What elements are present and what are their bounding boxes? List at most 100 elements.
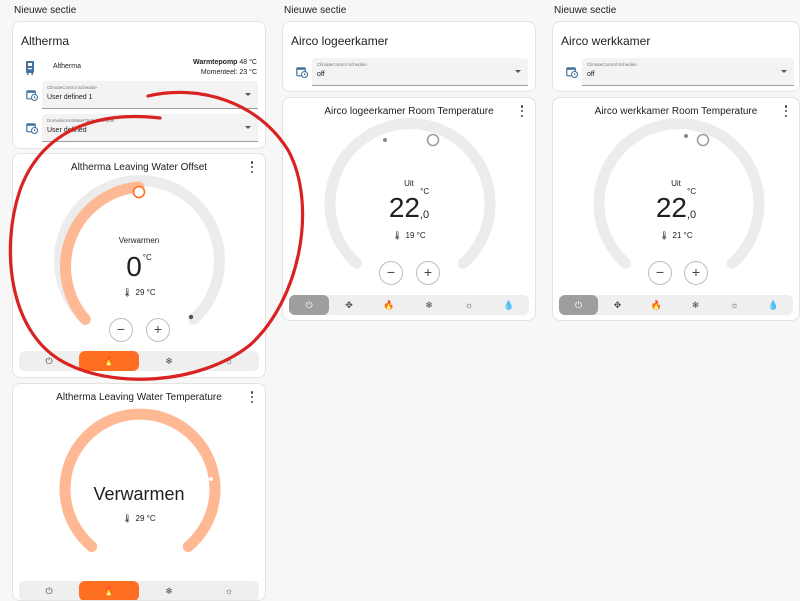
offset-gauge-handle xyxy=(132,185,146,199)
chevron-down-icon xyxy=(245,93,251,96)
climate-schedule-select[interactable]: ClimateControl Schedule User defined 1 xyxy=(42,81,258,109)
airco-werk-handle xyxy=(696,133,710,147)
thermometer-icon: 🌡 xyxy=(122,514,133,523)
climate-schedule-value: User defined 1 xyxy=(47,94,93,101)
water-drop-icon: 💧 xyxy=(503,300,515,310)
increase-temp-button[interactable]: + xyxy=(416,261,440,285)
airco-logeer-target-dec: ,0 xyxy=(419,209,430,221)
airco-logeer-schedule-value: off xyxy=(317,71,325,78)
lwt-gauge-current-dot xyxy=(209,477,213,481)
offset-gauge-current-dot xyxy=(188,314,194,320)
mode-auto-button[interactable]: ☼ xyxy=(715,295,754,315)
fire-icon: 🔥 xyxy=(103,586,115,596)
offset-gauge-track xyxy=(54,175,225,325)
increase-temp-button[interactable]: + xyxy=(146,318,170,342)
dhw-schedule-value: User defined xyxy=(47,127,87,134)
altherma-card: Altherma Altherma Warmtepomp 48 °C Momen… xyxy=(12,21,266,149)
snowflake-icon: ❄ xyxy=(425,300,433,310)
mode-auto-button[interactable]: ☼ xyxy=(199,581,259,600)
altherma-entity-row[interactable]: Altherma Warmtepomp 48 °C Momenteel: 23 … xyxy=(21,56,257,82)
altherma-card-title: Altherma xyxy=(21,34,70,48)
airco-werk-hvac-modes: ⏻ ✥ 🔥 ❄ ☼ 💧 xyxy=(559,295,793,315)
mode-heat-button[interactable]: 🔥 xyxy=(369,295,409,315)
power-icon: ⏻ xyxy=(45,356,53,366)
airco-logeer-title: Airco logeerkamer xyxy=(291,34,389,48)
mode-fan-button[interactable]: ✥ xyxy=(329,295,369,315)
power-icon: ⏻ xyxy=(574,300,583,310)
airco-logeer-target-int: 22 xyxy=(388,192,420,223)
airco-werk-thermostat-card: Airco werkkamer Room Temperature Uit 22,… xyxy=(552,97,800,321)
lwt-current-value: 29 °C xyxy=(135,514,156,523)
thermometer-icon: 🌡 xyxy=(659,231,670,240)
section-title-1: Nieuwe sectie xyxy=(14,5,77,16)
decrease-temp-button[interactable]: − xyxy=(648,261,672,285)
heat-pump-icon xyxy=(26,61,34,75)
airco-logeer-handle xyxy=(426,133,440,147)
mode-heat-button[interactable]: 🔥 xyxy=(79,581,139,600)
mode-heat-button[interactable]: 🔥 xyxy=(637,295,676,315)
mode-dry-button[interactable]: 💧 xyxy=(754,295,793,315)
airco-werk-current-temp: 🌡 21 °C xyxy=(553,231,799,240)
mode-dry-button[interactable]: 💧 xyxy=(489,295,529,315)
airco-logeer-target-temp: 22,0 °C xyxy=(283,188,535,223)
airco-logeer-schedule-label: ClimateControl Schedule xyxy=(317,62,367,67)
airco-logeer-current-value: 19 °C xyxy=(405,231,426,240)
mode-cool-button[interactable]: ❄ xyxy=(409,295,449,315)
airco-logeer-schedule-select[interactable]: ClimateControl Schedule off xyxy=(312,58,528,86)
snowflake-icon: ❄ xyxy=(691,300,700,310)
water-drop-icon: 💧 xyxy=(767,300,780,310)
section-title-2: Nieuwe sectie xyxy=(284,5,347,16)
fan-icon: ✥ xyxy=(613,300,622,310)
mode-off-button[interactable]: ⏻ xyxy=(559,295,598,315)
fan-icon: ✥ xyxy=(345,300,353,310)
mode-cool-button[interactable]: ❄ xyxy=(676,295,715,315)
sun-snowflake-icon: ☼ xyxy=(224,356,234,366)
airco-werk-schedule-select[interactable]: ClimateControl Schedule off xyxy=(582,58,794,86)
mode-off-button[interactable]: ⏻ xyxy=(289,295,329,315)
calendar-clock-icon xyxy=(566,67,578,78)
heat-pump-current: Momenteel: 23 °C xyxy=(200,69,257,76)
decrease-temp-button[interactable]: − xyxy=(109,318,133,342)
airco-logeer-thermostat-card: Airco logeerkamer Room Temperature Uit 2… xyxy=(282,97,536,321)
mode-fan-button[interactable]: ✥ xyxy=(598,295,637,315)
mode-auto-button[interactable]: ☼ xyxy=(199,351,259,371)
heat-pump-setpoint: 48 °C xyxy=(239,59,257,66)
offset-current-value: 29 °C xyxy=(135,288,156,297)
chevron-down-icon xyxy=(515,70,521,73)
dhw-schedule-label: DomesticHotWaterTank Schedule xyxy=(47,118,115,123)
mode-cool-button[interactable]: ❄ xyxy=(139,351,199,371)
fire-icon: 🔥 xyxy=(383,300,395,310)
mode-off-button[interactable]: ⏻ xyxy=(19,581,79,600)
dhw-schedule-select[interactable]: DomesticHotWaterTank Schedule User defin… xyxy=(42,114,258,142)
lwt-mode-label: Verwarmen xyxy=(93,484,185,504)
offset-hvac-modes: ⏻ 🔥 ❄ ☼ xyxy=(19,351,259,371)
offset-current-temp: 🌡 29 °C xyxy=(13,288,265,297)
lwt-hvac-modes: ⏻ 🔥 ❄ ☼ xyxy=(19,581,259,600)
decrease-temp-button[interactable]: − xyxy=(379,261,403,285)
section-title-3: Nieuwe sectie xyxy=(554,5,617,16)
mode-auto-button[interactable]: ☼ xyxy=(449,295,489,315)
fire-icon: 🔥 xyxy=(103,356,115,366)
airco-werk-target-unit: °C xyxy=(687,187,697,196)
airco-logeer-current-temp: 🌡 19 °C xyxy=(283,231,535,240)
airco-logeer-target-unit: °C xyxy=(420,187,430,196)
airco-werk-schedule-value: off xyxy=(587,71,595,78)
airco-werk-card: Airco werkkamer ClimateControl Schedule … xyxy=(552,21,800,92)
climate-schedule-label: ClimateControl Schedule xyxy=(47,85,97,90)
mode-heat-button[interactable]: 🔥 xyxy=(79,351,139,371)
mode-off-button[interactable]: ⏻ xyxy=(19,351,79,371)
airco-logeer-card: Airco logeerkamer ClimateControl Schedul… xyxy=(282,21,536,92)
airco-logeer-mode-label: Uit xyxy=(404,179,414,188)
thermometer-icon: 🌡 xyxy=(392,231,403,240)
altherma-entity-state: Warmtepomp 48 °C Momenteel: 23 °C xyxy=(193,58,257,78)
sun-snowflake-icon: ☼ xyxy=(464,300,474,310)
mode-cool-button[interactable]: ❄ xyxy=(139,581,199,600)
sun-snowflake-icon: ☼ xyxy=(730,300,739,310)
airco-werk-target-dec: ,0 xyxy=(686,209,697,221)
airco-logeer-current-dot xyxy=(383,138,387,142)
airco-werk-mode-label: Uit xyxy=(671,179,681,188)
increase-temp-button[interactable]: + xyxy=(684,261,708,285)
chevron-down-icon xyxy=(781,70,787,73)
calendar-clock-icon xyxy=(296,67,308,78)
lwt-current-temp: 🌡 29 °C xyxy=(13,514,265,523)
